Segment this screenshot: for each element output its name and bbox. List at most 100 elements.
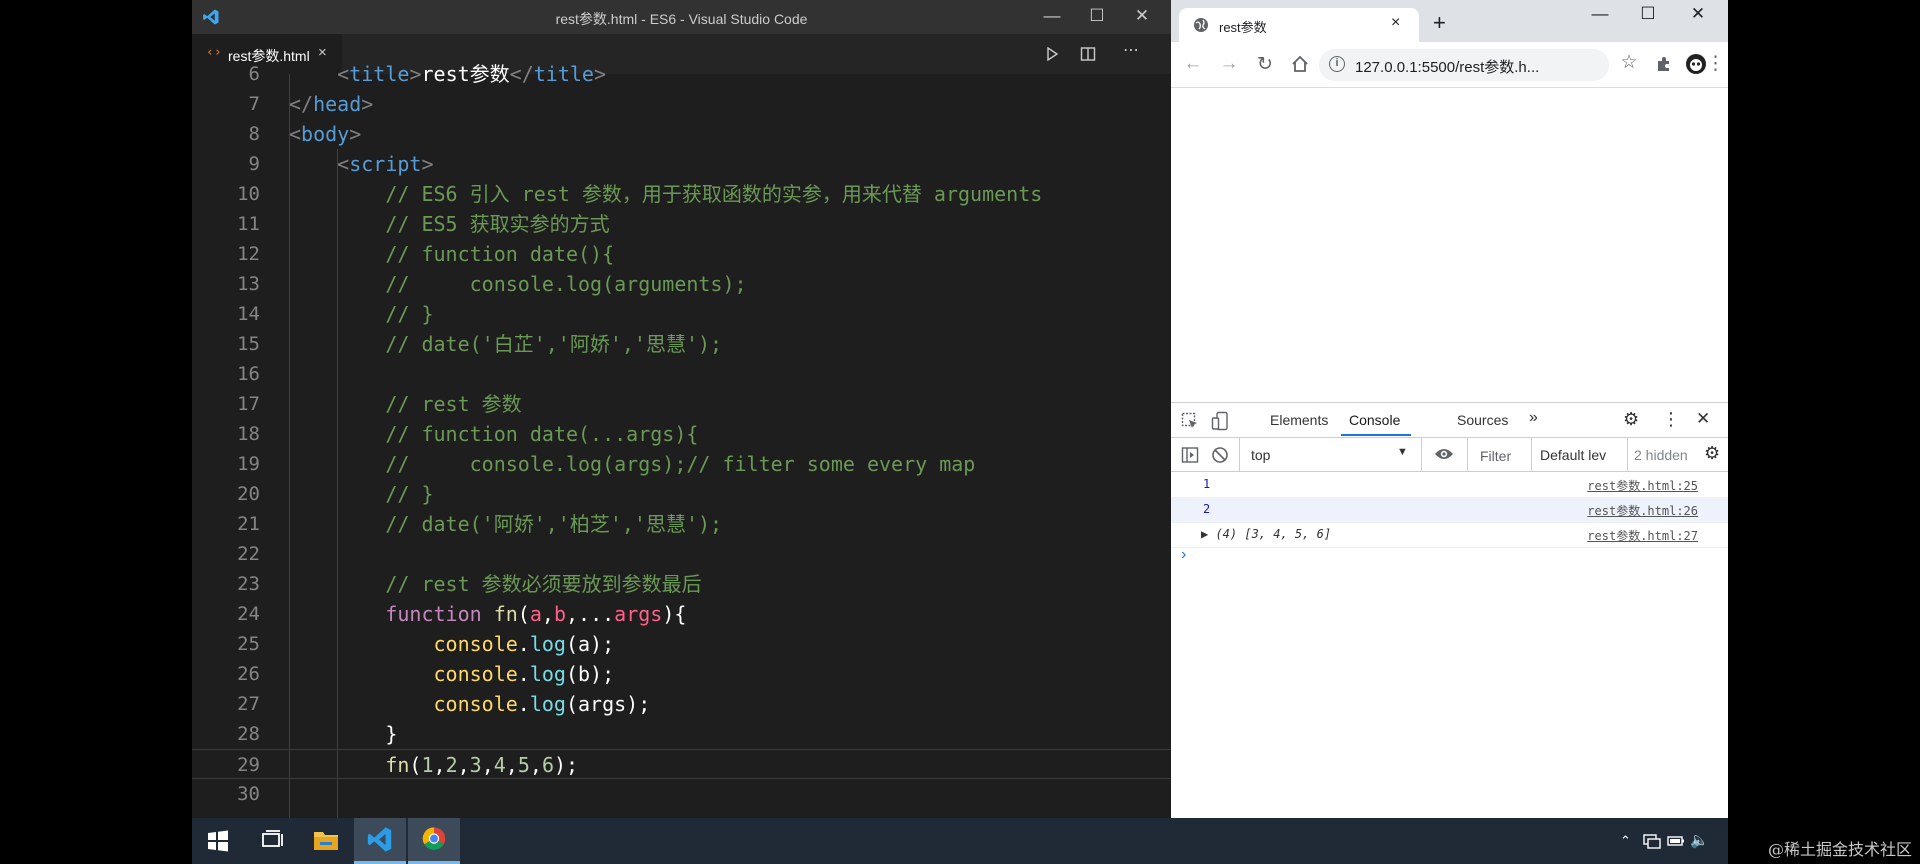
network-icon[interactable]: [1643, 833, 1661, 849]
tab-close-button[interactable]: ×: [1391, 14, 1400, 32]
forward-arrow-icon[interactable]: →: [1217, 53, 1241, 75]
active-tab-indicator: [1341, 434, 1411, 436]
code-line[interactable]: 15 // date('白芷','阿娇','思慧');: [192, 329, 1171, 359]
vscode-taskbar-icon[interactable]: [354, 818, 406, 864]
clear-console-icon[interactable]: [1211, 446, 1229, 464]
chrome-menu-icon[interactable]: ⋮: [1706, 52, 1725, 75]
code-line[interactable]: 19 // console.log(args);// filter some e…: [192, 449, 1171, 479]
code-line[interactable]: 12 // function date(){: [192, 239, 1171, 269]
site-info-icon[interactable]: i: [1329, 56, 1345, 72]
device-toolbar-icon[interactable]: [1211, 411, 1229, 431]
console-message[interactable]: 1 rest参数.html:25: [1171, 472, 1728, 498]
close-button[interactable]: ✕: [1681, 4, 1715, 24]
source-link[interactable]: rest参数.html:26: [1587, 502, 1698, 519]
code-token: log: [529, 662, 566, 686]
code-token: }: [289, 722, 398, 746]
dropdown-arrow-icon[interactable]: ▼: [1397, 446, 1408, 458]
divider: [1531, 438, 1532, 471]
code-line[interactable]: 27 console.log(args);: [192, 689, 1171, 719]
chrome-tabstrip: rest参数 × + — ☐ ✕: [1171, 0, 1728, 42]
extensions-puzzle-icon[interactable]: [1655, 55, 1673, 73]
code-line[interactable]: 8 <body>: [192, 119, 1171, 149]
code-line[interactable]: 25 console.log(a);: [192, 629, 1171, 659]
sidebar-toggle-icon[interactable]: [1181, 446, 1199, 464]
maximize-button[interactable]: ☐: [1082, 4, 1112, 28]
live-expression-eye-icon[interactable]: [1434, 447, 1454, 461]
code-line[interactable]: 21 // date('阿娇','柏芝','思慧');: [192, 509, 1171, 539]
tab-console[interactable]: Console: [1349, 412, 1400, 428]
code-text: console.log(b);: [192, 659, 614, 689]
more-actions-icon[interactable]: ⋯: [1119, 40, 1143, 60]
more-tabs-button[interactable]: »: [1529, 409, 1538, 427]
code-line[interactable]: 14 // }: [192, 299, 1171, 329]
code-token: .: [517, 692, 530, 716]
context-selector[interactable]: top: [1251, 447, 1270, 463]
code-line[interactable]: 28 }: [192, 719, 1171, 749]
code-line[interactable]: 23 // rest 参数必须要放到参数最后: [192, 569, 1171, 599]
code-token: );: [553, 753, 579, 777]
code-token: // rest 参数: [289, 392, 522, 416]
console-settings-gear-icon[interactable]: ⚙: [1704, 443, 1720, 464]
code-line[interactable]: 22: [192, 539, 1171, 569]
console-message[interactable]: 2 rest参数.html:26: [1171, 497, 1728, 523]
minimize-button[interactable]: —: [1037, 4, 1067, 28]
volume-icon[interactable]: 🔈: [1690, 831, 1709, 849]
code-text: <title>rest参数</title>: [192, 59, 606, 89]
bookmark-star-icon[interactable]: ☆: [1617, 51, 1641, 74]
console-value[interactable]: ▶ (4) [3, 4, 5, 6]: [1201, 527, 1331, 541]
profile-avatar-icon[interactable]: [1685, 53, 1707, 75]
source-link[interactable]: rest参数.html:25: [1587, 477, 1698, 494]
code-line[interactable]: 7 </head>: [192, 89, 1171, 119]
file-explorer-icon[interactable]: [300, 818, 352, 864]
tray-chevron-icon[interactable]: ⌃: [1620, 833, 1631, 849]
code-text: // rest 参数必须要放到参数最后: [192, 569, 701, 599]
close-button[interactable]: ✕: [1127, 4, 1157, 28]
home-icon[interactable]: [1291, 55, 1309, 73]
maximize-button[interactable]: ☐: [1631, 4, 1665, 24]
code-line[interactable]: 6 <title>rest参数</title>: [192, 59, 1171, 89]
battery-icon[interactable]: [1667, 834, 1685, 848]
divider: [1239, 438, 1240, 471]
code-line[interactable]: 17 // rest 参数: [192, 389, 1171, 419]
code-line[interactable]: 24 function fn(a,b,...args){: [192, 599, 1171, 629]
inspect-element-icon[interactable]: [1181, 412, 1199, 430]
close-devtools-icon[interactable]: ✕: [1696, 409, 1710, 429]
console-value: 1: [1203, 477, 1211, 491]
code-token: <: [289, 62, 350, 86]
tab-sources[interactable]: Sources: [1457, 412, 1508, 428]
code-line[interactable]: 29 fn(1,2,3,4,5,6);: [192, 749, 1171, 779]
code-token: rest参数: [421, 62, 510, 86]
windows-start-icon[interactable]: [192, 818, 244, 864]
minimize-button[interactable]: —: [1583, 4, 1617, 24]
back-arrow-icon[interactable]: ←: [1181, 53, 1205, 75]
tab-elements[interactable]: Elements: [1270, 412, 1328, 428]
new-tab-button[interactable]: +: [1433, 10, 1446, 36]
console-prompt[interactable]: ›: [1181, 546, 1186, 564]
settings-gear-icon[interactable]: ⚙: [1623, 409, 1639, 430]
code-token: .: [517, 662, 530, 686]
code-line[interactable]: 11 // ES5 获取实参的方式: [192, 209, 1171, 239]
devtools-menu-icon[interactable]: ⋮: [1662, 409, 1680, 430]
code-line[interactable]: 20 // }: [192, 479, 1171, 509]
reload-icon[interactable]: ↻: [1253, 53, 1277, 76]
task-view-icon[interactable]: [246, 818, 298, 864]
code-text: fn(1,2,3,4,5,6);: [192, 750, 578, 780]
code-line[interactable]: 16: [192, 359, 1171, 389]
code-line[interactable]: 26 console.log(b);: [192, 659, 1171, 689]
source-link[interactable]: rest参数.html:27: [1587, 527, 1698, 544]
address-bar[interactable]: i 127.0.0.1:5500/rest参数.h...: [1319, 49, 1609, 81]
code-line[interactable]: 13 // console.log(arguments);: [192, 269, 1171, 299]
code-token: // }: [289, 482, 434, 506]
code-token: // console.log(arguments);: [289, 272, 747, 296]
filter-input[interactable]: Filter: [1480, 448, 1511, 464]
code-line[interactable]: 18 // function date(...args){: [192, 419, 1171, 449]
console-message[interactable]: ▶ (4) [3, 4, 5, 6] rest参数.html:27: [1171, 522, 1728, 548]
code-editor[interactable]: 6 <title>rest参数</title> 7 </head> 8 <body> 9 …: [192, 62, 1171, 818]
browser-tab[interactable]: rest参数 ×: [1179, 8, 1419, 42]
code-line[interactable]: 10 // ES6 引入 rest 参数，用于获取函数的实参，用来代替 argu…: [192, 179, 1171, 209]
log-levels-dropdown[interactable]: Default lev: [1540, 447, 1606, 463]
chrome-toolbar: ← → ↻ i 127.0.0.1:5500/rest参数.h... ☆ ⋮: [1171, 42, 1728, 88]
code-line[interactable]: 30: [192, 779, 1171, 809]
chrome-taskbar-icon[interactable]: [408, 818, 460, 864]
code-line[interactable]: 9 <script>: [192, 149, 1171, 179]
